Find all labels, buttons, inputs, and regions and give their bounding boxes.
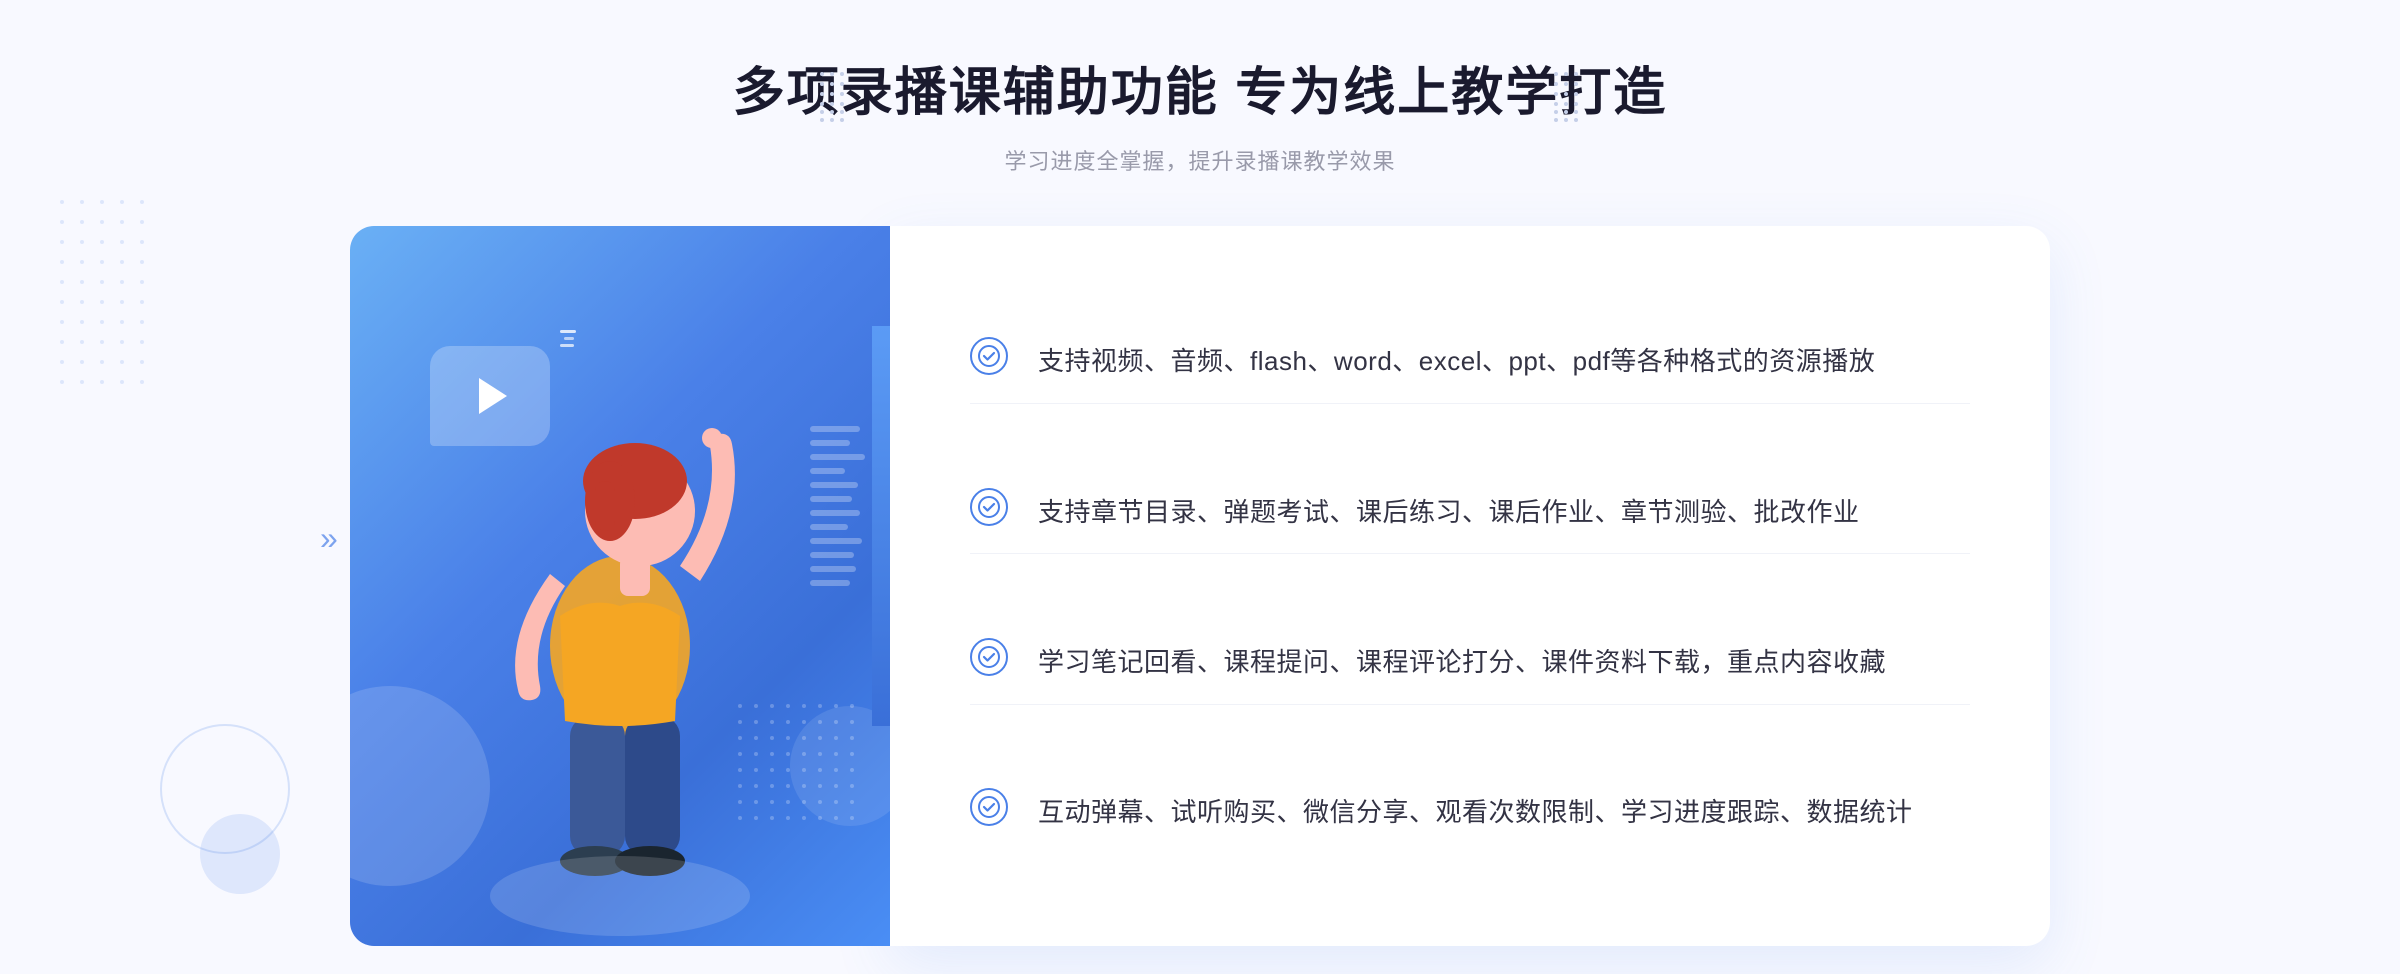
left-chevrons-decoration: » — [320, 520, 338, 557]
accent-bar — [872, 326, 890, 726]
feature-item-4: 互动弹幕、试听购买、微信分享、观看次数限制、学习进度跟踪、数据统计 — [970, 768, 1970, 854]
check-icon-1 — [970, 337, 1008, 375]
check-icon-2 — [970, 488, 1008, 526]
bg-dots-decoration: const bgDotsContainer = document.querySe… — [60, 200, 152, 392]
feature-item-1: 支持视频、音频、flash、word、excel、ppt、pdf等各种格式的资源… — [970, 317, 1970, 404]
check-icon-4 — [970, 788, 1008, 826]
illustration-panel: const illusDotsContainer = document.quer… — [350, 226, 890, 946]
feature-text-3: 学习笔记回看、课程提问、课程评论打分、课件资料下载，重点内容收藏 — [1038, 638, 1886, 684]
features-panel: 支持视频、音频、flash、word、excel、ppt、pdf等各种格式的资源… — [890, 226, 2050, 946]
figure-illustration — [410, 326, 830, 946]
header-dots-right — [1554, 72, 1580, 122]
feature-text-4: 互动弹幕、试听购买、微信分享、观看次数限制、学习进度跟踪、数据统计 — [1038, 788, 1913, 834]
check-icon-3 — [970, 638, 1008, 676]
content-area: const illusDotsContainer = document.quer… — [350, 226, 2050, 946]
header-section: 多项录播课辅助功能 专为线上教学打造 学习进度全掌握，提升录播课教学效果 — [0, 0, 2400, 176]
page-title: 多项录播课辅助功能 专为线上教学打造 — [0, 60, 2400, 128]
header-dots-left — [820, 72, 846, 122]
feature-text-1: 支持视频、音频、flash、word、excel、ppt、pdf等各种格式的资源… — [1038, 337, 1875, 383]
feature-item-3: 学习笔记回看、课程提问、课程评论打分、课件资料下载，重点内容收藏 — [970, 618, 1970, 705]
deco-circle-2 — [160, 724, 290, 854]
page-subtitle: 学习进度全掌握，提升录播课教学效果 — [0, 144, 2400, 176]
feature-item-2: 支持章节目录、弹题考试、课后练习、课后作业、章节测验、批改作业 — [970, 468, 1970, 555]
page-container: const bgDotsContainer = document.querySe… — [0, 0, 2400, 974]
feature-text-2: 支持章节目录、弹题考试、课后练习、课后作业、章节测验、批改作业 — [1038, 488, 1860, 534]
